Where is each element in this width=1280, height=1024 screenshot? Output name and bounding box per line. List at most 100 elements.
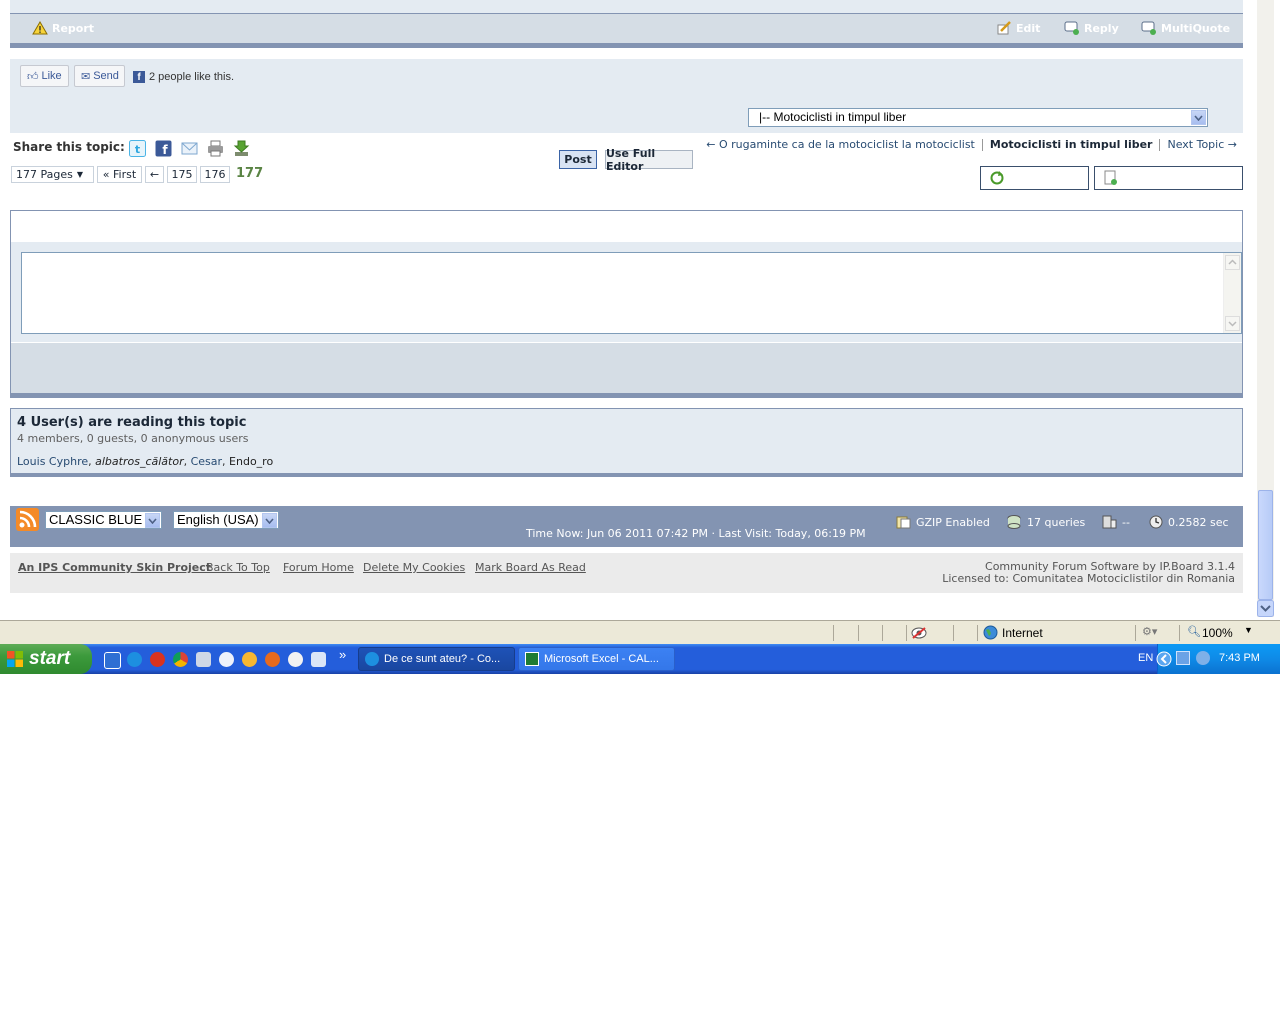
scroll-up-icon[interactable]	[1225, 255, 1240, 270]
chrome-icon[interactable]	[173, 652, 188, 667]
next-topic-link[interactable]: Next Topic →	[1167, 138, 1237, 151]
thumbs-up-icon: 👍︎	[27, 70, 39, 83]
multiquote-icon	[1141, 21, 1156, 35]
reply-button[interactable]: Reply	[1064, 21, 1119, 35]
send-label: Send	[93, 70, 119, 82]
internet-explorer-icon[interactable]	[127, 652, 142, 667]
protected-mode-icon[interactable]: ⚙▾	[1142, 625, 1157, 638]
exec-time-label: 0.2582 sec	[1168, 515, 1229, 529]
zoom-dropdown-icon[interactable]: ▼	[1244, 625, 1253, 635]
clock-icon	[1149, 515, 1163, 529]
security-zone-label: Internet	[1002, 626, 1043, 640]
edit-label: Edit	[1016, 21, 1041, 35]
excel-icon	[525, 652, 539, 666]
media-player-icon[interactable]	[219, 652, 234, 667]
caret-down-icon: ▼	[76, 170, 84, 179]
quicklaunch-icon[interactable]	[104, 652, 121, 669]
twitter-icon[interactable]: t	[129, 140, 146, 157]
active-users-title: 4 User(s) are reading this topic	[17, 415, 247, 430]
language-value: English (USA)	[177, 512, 259, 527]
reply-textarea[interactable]	[21, 252, 1242, 334]
scrollbar-thumb[interactable]	[1258, 490, 1273, 600]
user-link[interactable]: Louis Cyphre	[17, 455, 88, 468]
page-link[interactable]: 175	[167, 166, 197, 183]
taskbar-button-excel[interactable]: Microsoft Excel - CAL...	[518, 647, 675, 671]
browser-scrollbar[interactable]	[1257, 0, 1274, 617]
taskbar-button-ie[interactable]: De ce sunt ateu? - Co...	[358, 647, 515, 671]
fb-like-button[interactable]: 👍︎ Like	[20, 65, 69, 87]
queries-label: 17 queries	[1027, 515, 1086, 529]
multiquote-button[interactable]: MultiQuote	[1141, 21, 1230, 35]
use-full-editor-button[interactable]: Use Full Editor	[605, 147, 693, 173]
previous-page-link[interactable]: ←	[145, 166, 164, 183]
mark-board-read-link[interactable]: Mark Board As Read	[475, 561, 586, 574]
status-divider	[882, 625, 883, 641]
status-divider	[977, 625, 978, 641]
facebook-share-icon[interactable]: f	[155, 140, 172, 157]
chevron-down-icon[interactable]	[145, 513, 160, 528]
forum-home-link[interactable]: Forum Home	[283, 561, 354, 574]
forum-jump-value: |-- Motociclisti in timpul liber	[759, 110, 907, 124]
server-icon	[1102, 515, 1117, 529]
current-topic-label: Motociclisti in timpul liber	[989, 138, 1153, 151]
user-link[interactable]: Endo_ro	[229, 455, 273, 468]
search-app-icon[interactable]	[311, 652, 326, 667]
status-divider	[953, 625, 954, 641]
reply-label: Reply	[1084, 21, 1119, 35]
forum-jump-select[interactable]: |-- Motociclisti in timpul liber	[748, 108, 1208, 127]
quicklaunch-more[interactable]: »	[339, 647, 346, 662]
chevron-down-icon[interactable]	[1191, 110, 1206, 125]
zoom-level[interactable]: 100%	[1202, 626, 1233, 640]
svg-text:t: t	[135, 143, 140, 156]
language-indicator[interactable]: EN	[1138, 652, 1153, 664]
exec-time-status: 0.2582 sec	[1149, 515, 1229, 529]
start-new-topic-button[interactable]	[1094, 166, 1243, 190]
reply-icon	[1064, 21, 1079, 35]
skin-value: CLASSIC BLUE	[49, 512, 143, 527]
opera-icon[interactable]	[150, 652, 165, 667]
app-icon[interactable]	[196, 652, 211, 667]
textarea-scrollbar[interactable]	[1223, 253, 1241, 333]
fast-reply-footer	[11, 343, 1242, 393]
pages-dropdown[interactable]: 177 Pages ▼	[11, 166, 94, 183]
football-icon[interactable]	[288, 652, 303, 667]
chevron-down-icon[interactable]	[262, 513, 277, 528]
internet-explorer-icon	[365, 652, 379, 666]
send-icon: ✉︎	[81, 70, 91, 83]
messenger-icon[interactable]	[242, 652, 257, 667]
download-icon[interactable]	[233, 140, 250, 157]
network-icon[interactable]	[1176, 651, 1190, 665]
volume-icon[interactable]	[1196, 651, 1210, 665]
language-select[interactable]: English (USA)	[173, 511, 279, 529]
rss-icon[interactable]	[16, 508, 39, 531]
status-divider	[1135, 625, 1136, 641]
add-reply-button[interactable]	[980, 166, 1089, 190]
user-link[interactable]: Cesar	[191, 455, 222, 468]
user-link[interactable]: albatros_călător	[95, 455, 183, 468]
ips-skin-project-link[interactable]: An IPS Community Skin Project	[18, 561, 211, 574]
report-button[interactable]: Report	[32, 21, 94, 35]
previous-topic-link[interactable]: ← O rugaminte ca de la motociclist la mo…	[706, 138, 975, 151]
chevron-left-icon[interactable]	[1156, 651, 1172, 667]
skin-select[interactable]: CLASSIC BLUE	[45, 511, 162, 529]
scroll-down-icon[interactable]	[1225, 316, 1240, 331]
first-page-link[interactable]: « First	[97, 166, 142, 183]
task-label: Microsoft Excel - CAL...	[544, 653, 659, 665]
topic-navigation: ← O rugaminte ca de la motociclist la mo…	[706, 138, 1237, 151]
status-divider	[833, 625, 834, 641]
fb-send-button[interactable]: ✉︎ Send	[74, 65, 125, 87]
page-link[interactable]: 176	[200, 166, 230, 183]
print-icon[interactable]	[207, 140, 224, 157]
start-button[interactable]: start	[0, 644, 92, 674]
email-icon[interactable]	[181, 140, 198, 157]
scroll-down-icon[interactable]	[1257, 600, 1274, 617]
delete-cookies-link[interactable]: Delete My Cookies	[363, 561, 465, 574]
back-to-top-link[interactable]: Back To Top	[206, 561, 270, 574]
post-button[interactable]: Post	[559, 150, 597, 169]
time-info: Time Now: Jun 06 2011 07:42 PM · Last Vi…	[526, 527, 866, 540]
firefox-icon[interactable]	[265, 652, 280, 667]
privacy-icon[interactable]	[911, 626, 927, 640]
gzip-icon	[896, 516, 911, 529]
edit-button[interactable]: Edit	[996, 21, 1040, 35]
globe-icon	[983, 625, 998, 640]
